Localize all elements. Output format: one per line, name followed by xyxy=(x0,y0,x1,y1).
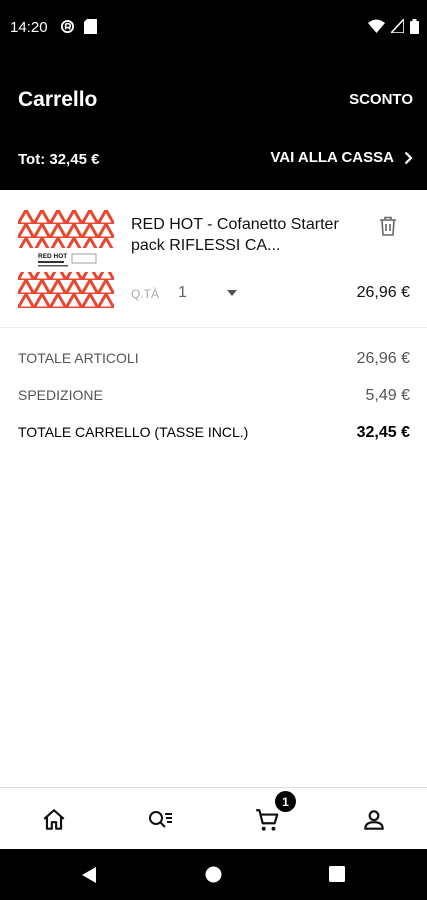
thumbnail-brand-text: RED HOT xyxy=(38,253,67,260)
summary-value: 5,49 € xyxy=(365,387,410,404)
checkout-label: VAI ALLA CASSA xyxy=(270,149,394,166)
recents-icon[interactable] xyxy=(329,866,345,882)
summary-label: SPEDIZIONE xyxy=(18,387,103,403)
sync-status-icon xyxy=(60,19,75,34)
battery-icon xyxy=(410,18,419,34)
quantity-label: Q.TÀ xyxy=(131,287,160,301)
trash-icon[interactable] xyxy=(376,214,400,238)
cart-count-badge: 1 xyxy=(275,791,296,812)
page-title: Carrello xyxy=(18,88,98,111)
status-bar: 14:20 xyxy=(0,0,427,56)
summary-value: 26,96 € xyxy=(356,350,410,367)
summary-row-items: TOTALE ARTICOLI 26,96 € xyxy=(18,350,410,368)
cart-header: Carrello SCONTO Tot: 32,45 € VAI ALLA CA… xyxy=(0,56,427,190)
account-icon[interactable] xyxy=(361,807,387,833)
discount-button[interactable]: SCONTO xyxy=(349,91,413,108)
search-list-icon[interactable] xyxy=(147,807,173,833)
checkout-button[interactable]: VAI ALLA CASSA xyxy=(270,149,413,166)
summary-value: 32,45 € xyxy=(356,424,410,441)
system-navigation-bar xyxy=(0,849,427,900)
summary-label: TOTALE CARRELLO (TASSE INCL.) xyxy=(18,424,249,440)
item-price: 26,96 € xyxy=(356,284,410,301)
dropdown-arrow-icon[interactable] xyxy=(226,289,238,297)
cart-item: RED HOT RED HOT - Cofanetto Starter pack… xyxy=(0,190,427,328)
wifi-icon xyxy=(368,19,385,33)
cell-signal-icon xyxy=(391,19,404,33)
status-icons xyxy=(368,18,419,34)
bottom-navigation xyxy=(0,787,427,850)
product-thumbnail[interactable]: RED HOT xyxy=(18,210,114,308)
cart-icon[interactable] xyxy=(254,807,280,833)
chevron-right-icon xyxy=(404,151,413,164)
summary-label: TOTALE ARTICOLI xyxy=(18,350,139,366)
product-name[interactable]: RED HOT - Cofanetto Starter pack RIFLESS… xyxy=(131,214,361,256)
home-icon[interactable] xyxy=(41,807,67,833)
home-circle-icon[interactable] xyxy=(205,866,222,883)
summary-row-total: TOTALE CARRELLO (TASSE INCL.) 32,45 € xyxy=(18,424,410,442)
back-icon[interactable] xyxy=(81,866,97,884)
sd-card-icon xyxy=(84,19,97,34)
summary-row-shipping: SPEDIZIONE 5,49 € xyxy=(18,387,410,405)
status-time: 14:20 xyxy=(10,19,48,36)
header-total: Tot: 32,45 € xyxy=(18,151,100,168)
quantity-select[interactable]: 1 xyxy=(178,284,187,302)
